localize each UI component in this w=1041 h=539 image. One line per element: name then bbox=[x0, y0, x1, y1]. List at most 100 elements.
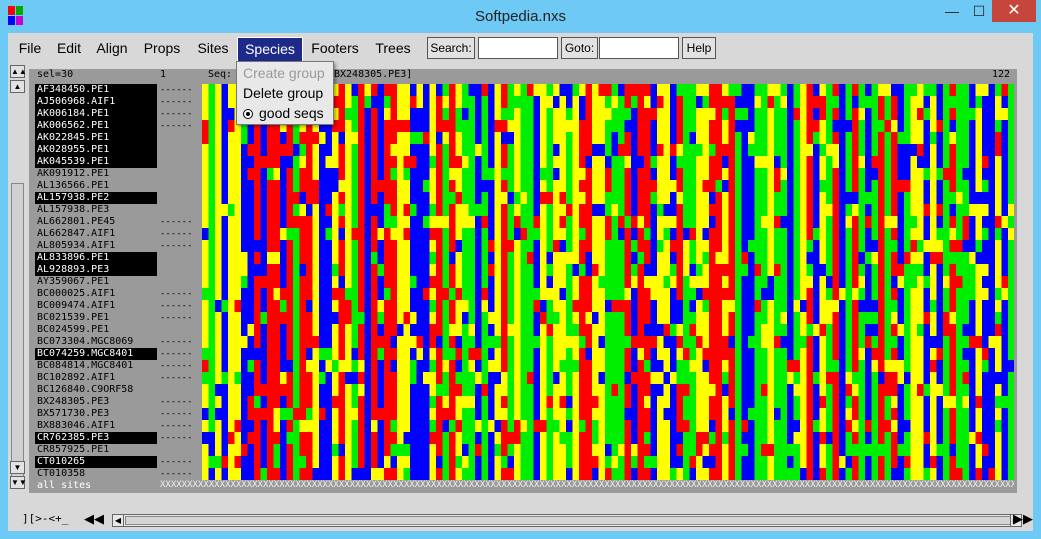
sequence-name[interactable]: AY359067.PE1 bbox=[35, 276, 157, 288]
sequence-name[interactable]: AF348450.PE1 bbox=[35, 84, 157, 96]
sequence-name[interactable]: AL928893.PE3 bbox=[35, 264, 157, 276]
sequence-name[interactable]: BC000025.AIF1 bbox=[35, 288, 157, 300]
scroll-up-icon[interactable]: ▲ bbox=[10, 80, 25, 93]
horizontal-scroll-thumb[interactable] bbox=[125, 516, 1011, 525]
scroll-down-icon[interactable]: ▼ bbox=[10, 461, 25, 474]
nucleotide-cell bbox=[988, 432, 996, 444]
sequence-name[interactable]: AL833896.PE1 bbox=[35, 252, 157, 264]
sequence-name[interactable]: BC102892.AIF1 bbox=[35, 372, 157, 384]
nucleotide-cell bbox=[208, 228, 216, 240]
search-button[interactable]: Search: bbox=[427, 37, 475, 59]
sequence-name[interactable]: CR762385.PE3 bbox=[35, 432, 157, 444]
nucleotide-cell bbox=[403, 96, 411, 108]
nucleotide-cell bbox=[312, 456, 320, 468]
nucleotide-cell bbox=[618, 420, 625, 432]
scroll-top-icon[interactable]: ▲▲ bbox=[10, 65, 27, 78]
sequence-name[interactable]: CR857925.PE1 bbox=[35, 444, 157, 456]
nucleotide-cell bbox=[611, 192, 619, 204]
sequence-name[interactable]: BC024599.PE1 bbox=[35, 324, 157, 336]
sequence-name-list[interactable]: AF348450.PE1 AJ506968.AIF1 AK006184.PE1 AK0… bbox=[35, 84, 157, 492]
sequence-name[interactable]: AL805934.AIF1 bbox=[35, 240, 157, 252]
nucleotide-cell bbox=[371, 288, 378, 300]
vertical-scroll-thumb[interactable] bbox=[11, 183, 24, 483]
sequence-name[interactable]: AK022845.PE1 bbox=[35, 132, 157, 144]
sequence-name[interactable]: AK045539.PE1 bbox=[35, 156, 157, 168]
nucleotide-cell bbox=[267, 252, 274, 264]
nucleotide-cell bbox=[215, 108, 222, 120]
menu-footers[interactable]: Footers bbox=[306, 37, 364, 60]
sequence-name[interactable]: BC074259.MGC8401 bbox=[35, 348, 157, 360]
menu-file[interactable]: File bbox=[10, 37, 50, 60]
nucleotide-cell bbox=[891, 192, 898, 204]
nucleotide-cell bbox=[332, 180, 339, 192]
sequence-name[interactable]: CT010358 bbox=[35, 468, 157, 480]
scroll-bottom-icon[interactable]: ▼▼ bbox=[10, 476, 27, 489]
sequence-name[interactable]: BC126840.C9ORF58 bbox=[35, 384, 157, 396]
vertical-scrollbar[interactable]: ▲▲ ▲ ▼ ▼▼ bbox=[10, 65, 27, 490]
nucleotide-cell bbox=[351, 384, 359, 396]
nucleotide-cell bbox=[332, 468, 339, 480]
scroll-left-icon[interactable]: ◀ bbox=[113, 515, 124, 526]
menu-species[interactable]: Species bbox=[237, 37, 303, 62]
nucleotide-cell bbox=[325, 372, 333, 384]
sequence-name[interactable]: BX883046.AIF1 bbox=[35, 420, 157, 432]
sequence-name[interactable]: AK006184.PE1 bbox=[35, 108, 157, 120]
nucleotide-cell bbox=[761, 252, 768, 264]
nucleotide-cell bbox=[585, 420, 593, 432]
sequence-name[interactable]: AL157938.PE3 bbox=[35, 204, 157, 216]
close-button[interactable]: ✕ bbox=[992, 0, 1036, 22]
nucleotide-cell bbox=[923, 432, 931, 444]
nucleotide-cell bbox=[546, 384, 554, 396]
sequence-name[interactable]: BC009474.AIF1 bbox=[35, 300, 157, 312]
nucleotide-cell bbox=[904, 120, 911, 132]
double-left-arrow-icon[interactable]: ◀◀ bbox=[84, 512, 104, 526]
menu-edit[interactable]: Edit bbox=[52, 37, 86, 60]
sequence-name[interactable]: AL662801.PE45 bbox=[35, 216, 157, 228]
sequence-name[interactable]: AJ506968.AIF1 bbox=[35, 96, 157, 108]
search-input[interactable] bbox=[478, 37, 558, 59]
horizontal-scrollbar[interactable]: ◀ ▶ bbox=[112, 514, 1022, 527]
maximize-button[interactable]: ☐ bbox=[966, 0, 992, 22]
sequence-name[interactable]: BX571730.PE3 bbox=[35, 408, 157, 420]
nucleotide-cell bbox=[897, 432, 905, 444]
scroll-mode-label[interactable]: ][>-<+_ bbox=[22, 512, 68, 525]
goto-input[interactable] bbox=[599, 37, 679, 59]
help-button[interactable]: Help bbox=[682, 37, 716, 59]
sequence-name[interactable]: BC021539.PE1 bbox=[35, 312, 157, 324]
double-right-arrow-icon[interactable]: ▶▶ bbox=[1013, 512, 1033, 526]
nucleotide-cell bbox=[793, 120, 801, 132]
sequence-name[interactable]: AK006562.PE1 bbox=[35, 120, 157, 132]
create-group-item[interactable]: Create group bbox=[243, 63, 325, 83]
nucleotide-cell bbox=[611, 276, 619, 288]
sequence-name[interactable]: AK028955.PE1 bbox=[35, 144, 157, 156]
title-bar[interactable]: Softpedia.nxs — ☐ ✕ bbox=[0, 0, 1041, 33]
sequence-name[interactable]: AL157938.PE2 bbox=[35, 192, 157, 204]
nucleotide-cell bbox=[423, 84, 430, 96]
menu-trees[interactable]: Trees bbox=[371, 37, 415, 60]
sequence-name[interactable]: AL662847.AIF1 bbox=[35, 228, 157, 240]
gap-string: ------ bbox=[160, 289, 193, 299]
sequence-name[interactable]: AK091912.PE1 bbox=[35, 168, 157, 180]
nucleotide-cell bbox=[728, 132, 736, 144]
sequence-name[interactable]: AL136566.PE1 bbox=[35, 180, 157, 192]
nucleotide-cell bbox=[501, 144, 508, 156]
nucleotide-cell bbox=[462, 144, 469, 156]
sequence-name[interactable]: BC084814.MGC8401 bbox=[35, 360, 157, 372]
nucleotide-cell bbox=[767, 300, 775, 312]
menu-align[interactable]: Align bbox=[90, 37, 134, 60]
goto-button[interactable]: Goto: bbox=[561, 37, 598, 59]
alignment-grid[interactable] bbox=[202, 84, 1014, 480]
nucleotide-cell bbox=[351, 408, 359, 420]
delete-group-item[interactable]: Delete group bbox=[243, 83, 323, 103]
menu-sites[interactable]: Sites bbox=[191, 37, 235, 60]
good-seqs-item[interactable]: good seqs bbox=[243, 103, 324, 123]
sequence-name[interactable]: BC073304.MGC8069 bbox=[35, 336, 157, 348]
sequence-name[interactable]: BX248305.PE3 bbox=[35, 396, 157, 408]
nucleotide-cell bbox=[475, 84, 482, 96]
sequence-name[interactable]: CT010265 bbox=[35, 456, 157, 468]
menu-props[interactable]: Props bbox=[138, 37, 186, 60]
nucleotide-cell bbox=[202, 96, 209, 108]
minimize-button[interactable]: — bbox=[938, 0, 966, 22]
nucleotide-cell bbox=[741, 144, 749, 156]
nucleotide-cell bbox=[241, 228, 248, 240]
